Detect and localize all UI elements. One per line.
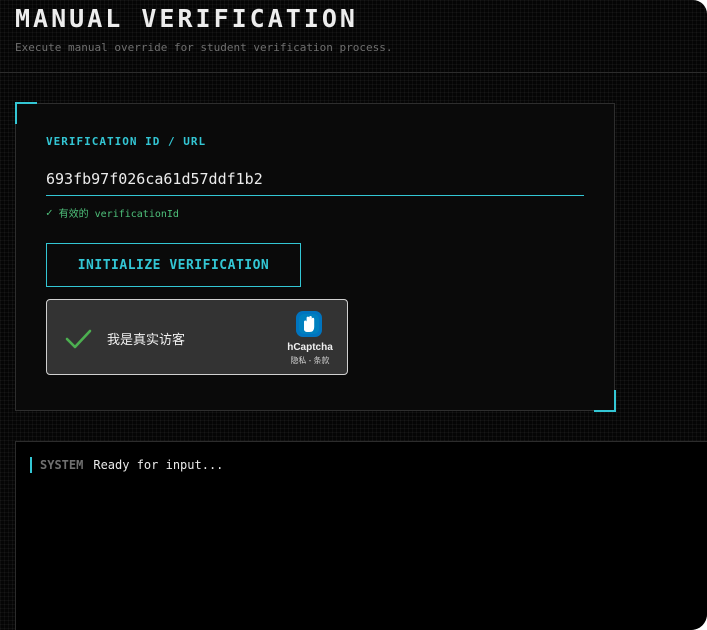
captcha-label: 我是真实访客 [107, 332, 186, 347]
corner-accent-top-left [15, 102, 37, 124]
hcaptcha-privacy-terms-links[interactable]: 隐私 - 条款 [275, 355, 345, 366]
console-line-marker [30, 457, 32, 473]
captcha-checkmark-icon[interactable] [63, 324, 93, 354]
app-frame: MANUAL VERIFICATION Execute manual overr… [0, 0, 707, 630]
console-message: Ready for input... [93, 458, 224, 472]
check-icon: ✓ [46, 206, 53, 219]
validation-text: 有效的 verificationId [58, 209, 179, 220]
header-divider [0, 72, 707, 73]
hcaptcha-brand: hCaptcha [287, 342, 333, 353]
validation-message: ✓ 有效的 verificationId [46, 205, 179, 220]
console-line: SYSTEM Ready for input... [30, 457, 223, 473]
verification-id-label: VERIFICATION ID / URL [46, 135, 207, 148]
corner-accent-bottom-right [594, 390, 616, 412]
verification-id-input[interactable] [46, 162, 584, 196]
hcaptcha-widget[interactable]: 我是真实访客 hCaptcha 隐私 - 条款 [46, 299, 348, 375]
initialize-verification-button[interactable]: INITIALIZE VERIFICATION [46, 243, 301, 287]
page-title: MANUAL VERIFICATION [15, 4, 358, 33]
page-subtitle: Execute manual override for student veri… [15, 41, 393, 54]
console-tag: SYSTEM [40, 458, 84, 472]
hcaptcha-logo-icon [296, 311, 322, 337]
